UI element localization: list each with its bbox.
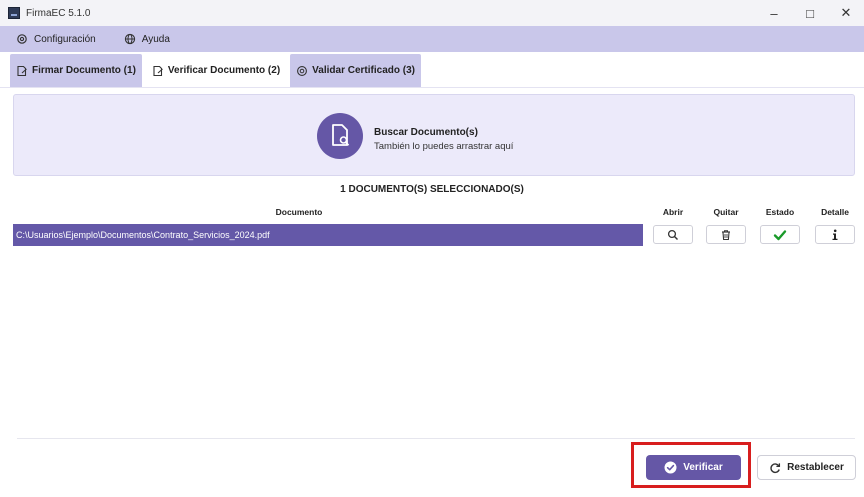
globe-icon	[124, 33, 135, 45]
menu-ayuda[interactable]: Ayuda	[124, 33, 170, 45]
gear-icon	[17, 34, 27, 44]
drop-zone-title: Buscar Documento(s)	[374, 127, 478, 138]
refresh-icon	[770, 462, 781, 473]
tab-firmar-documento[interactable]: Firmar Documento (1)	[10, 54, 142, 87]
verify-button-label: Verificar	[683, 462, 723, 473]
tab-firmar-label: Firmar Documento (1)	[32, 65, 136, 76]
close-button[interactable]: ✕	[828, 0, 864, 26]
search-document-icon	[317, 113, 363, 159]
tab-content-verificar: Buscar Documento(s) También lo puedes ar…	[0, 87, 864, 497]
document-drop-zone[interactable]: Buscar Documento(s) También lo puedes ar…	[13, 94, 855, 176]
tab-verificar-documento[interactable]: Verificar Documento (2)	[145, 54, 287, 87]
certificate-icon	[297, 65, 308, 76]
column-header-document: Documento	[275, 207, 323, 217]
tab-validar-label: Validar Certificado (3)	[312, 65, 415, 76]
column-header-status: Estado	[765, 207, 795, 217]
search-icon	[667, 229, 678, 240]
menu-bar: Configuración Ayuda	[0, 26, 864, 52]
tab-verificar-label: Verificar Documento (2)	[167, 65, 281, 76]
reset-button-label: Restablecer	[787, 462, 844, 473]
menu-ayuda-label: Ayuda	[141, 33, 170, 45]
sign-document-icon	[153, 65, 163, 76]
column-header-detail: Detalle	[821, 207, 849, 217]
window-title: FirmaEC 5.1.0	[26, 7, 91, 19]
minimize-button[interactable]: –	[756, 0, 792, 26]
remove-document-button[interactable]	[706, 225, 746, 244]
open-document-button[interactable]	[653, 225, 693, 244]
menu-configuracion-label: Configuración	[34, 33, 96, 45]
document-status-button[interactable]	[760, 225, 800, 244]
document-row-path[interactable]: C:\Usuarios\Ejemplo\Documentos\Contrato_…	[13, 224, 643, 246]
trash-icon	[722, 229, 730, 240]
info-icon	[832, 229, 838, 240]
menu-configuracion[interactable]: Configuración	[16, 33, 96, 45]
title-bar: FirmaEC 5.1.0 – □ ✕	[0, 0, 864, 26]
drop-zone-subtitle: También lo puedes arrastrar aquí	[374, 141, 514, 152]
document-detail-button[interactable]	[815, 225, 855, 244]
reset-button[interactable]: Restablecer	[757, 455, 856, 480]
column-header-open: Abrir	[662, 207, 684, 217]
sign-document-icon	[17, 65, 27, 76]
column-header-remove: Quitar	[713, 207, 739, 217]
maximize-button[interactable]: □	[792, 0, 828, 26]
tab-validar-certificado[interactable]: Validar Certificado (3)	[290, 54, 421, 87]
footer-divider	[17, 438, 855, 439]
window-controls: – □ ✕	[756, 0, 864, 26]
check-circle-icon	[664, 461, 677, 474]
checkmark-icon	[773, 229, 787, 240]
tab-bar: Firmar Documento (1) Verificar Documento…	[10, 54, 425, 87]
app-logo-icon	[8, 7, 20, 19]
selected-count-label: 1 DOCUMENTO(S) SELECCIONADO(S)	[340, 184, 524, 195]
verify-button[interactable]: Verificar	[646, 455, 741, 480]
